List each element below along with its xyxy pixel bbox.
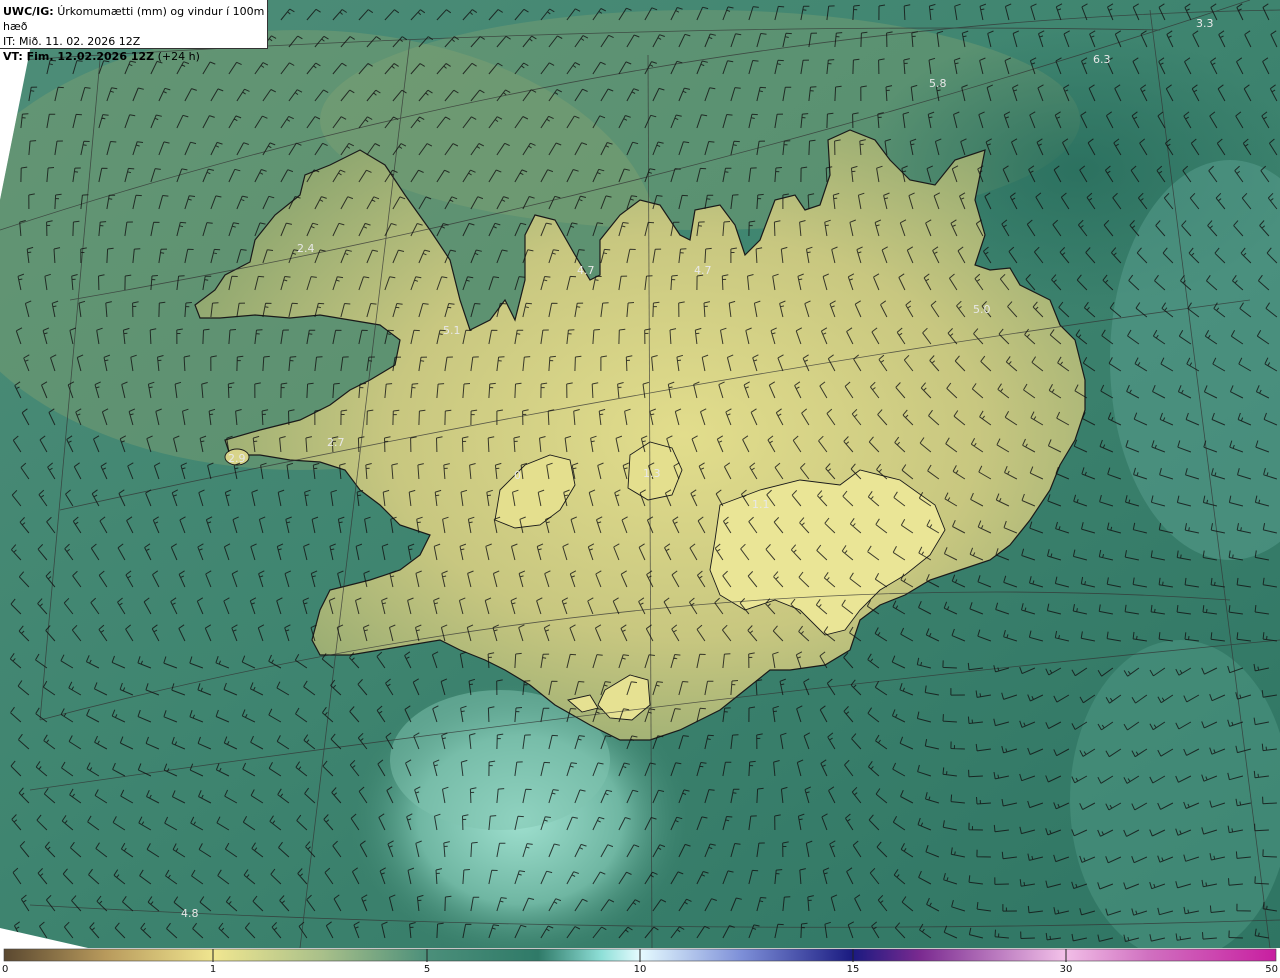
colorbar-tick-label: 5 xyxy=(423,964,431,975)
valid-time: VT: Fim. 12.02.2026 12Z xyxy=(3,50,155,63)
colorbar-tick-label: 10 xyxy=(633,964,647,975)
value-label: 2.9 xyxy=(228,452,246,465)
value-label: 2.7 xyxy=(327,436,345,449)
value-label: 4.8 xyxy=(181,907,199,920)
value-label: 5.8 xyxy=(929,77,947,90)
colorbar-tick-label: 1 xyxy=(209,964,217,975)
map-info-box: UWC/IG: Úrkomumætti (mm) og vindur í 100… xyxy=(0,0,268,63)
value-label: 5.1 xyxy=(443,324,461,337)
model-domain: 3.3 6.3 5.8 2.4 4.7 4.7 5.1 5.0 2.7 2.9 … xyxy=(0,0,1280,948)
forecast-offset: (+24 h) xyxy=(157,50,200,63)
valid-time-line: VT: Fim. 12.02.2026 12Z (+24 h) xyxy=(3,49,267,64)
colorbar-tick-label: 30 xyxy=(1059,964,1073,975)
forecast-map: 3.3 6.3 5.8 2.4 4.7 4.7 5.1 5.0 2.7 2.9 … xyxy=(0,0,1280,978)
value-label: 2.4 xyxy=(297,242,315,255)
value-label: 4.7 xyxy=(694,264,712,277)
title-line: UWC/IG: Úrkomumætti (mm) og vindur í 100… xyxy=(3,4,267,34)
value-label: 1.1 xyxy=(752,498,770,511)
value-label: 1.3 xyxy=(643,467,661,480)
colorbar-tick-label: 0 xyxy=(2,964,9,975)
value-label: 6.3 xyxy=(1093,53,1111,66)
value-label: 4.7 xyxy=(577,264,595,277)
initial-time: IT: Mið. 11. 02. 2026 12Z xyxy=(3,35,141,48)
value-label: 3.3 xyxy=(1196,17,1214,30)
model-name: UWC/IG: xyxy=(3,5,54,18)
value-label: 5.0 xyxy=(973,303,991,316)
value-label: 0 xyxy=(514,469,521,482)
colorbar-tick-label: 50 xyxy=(1265,964,1278,975)
colorbar-tick-label: 15 xyxy=(846,964,860,975)
